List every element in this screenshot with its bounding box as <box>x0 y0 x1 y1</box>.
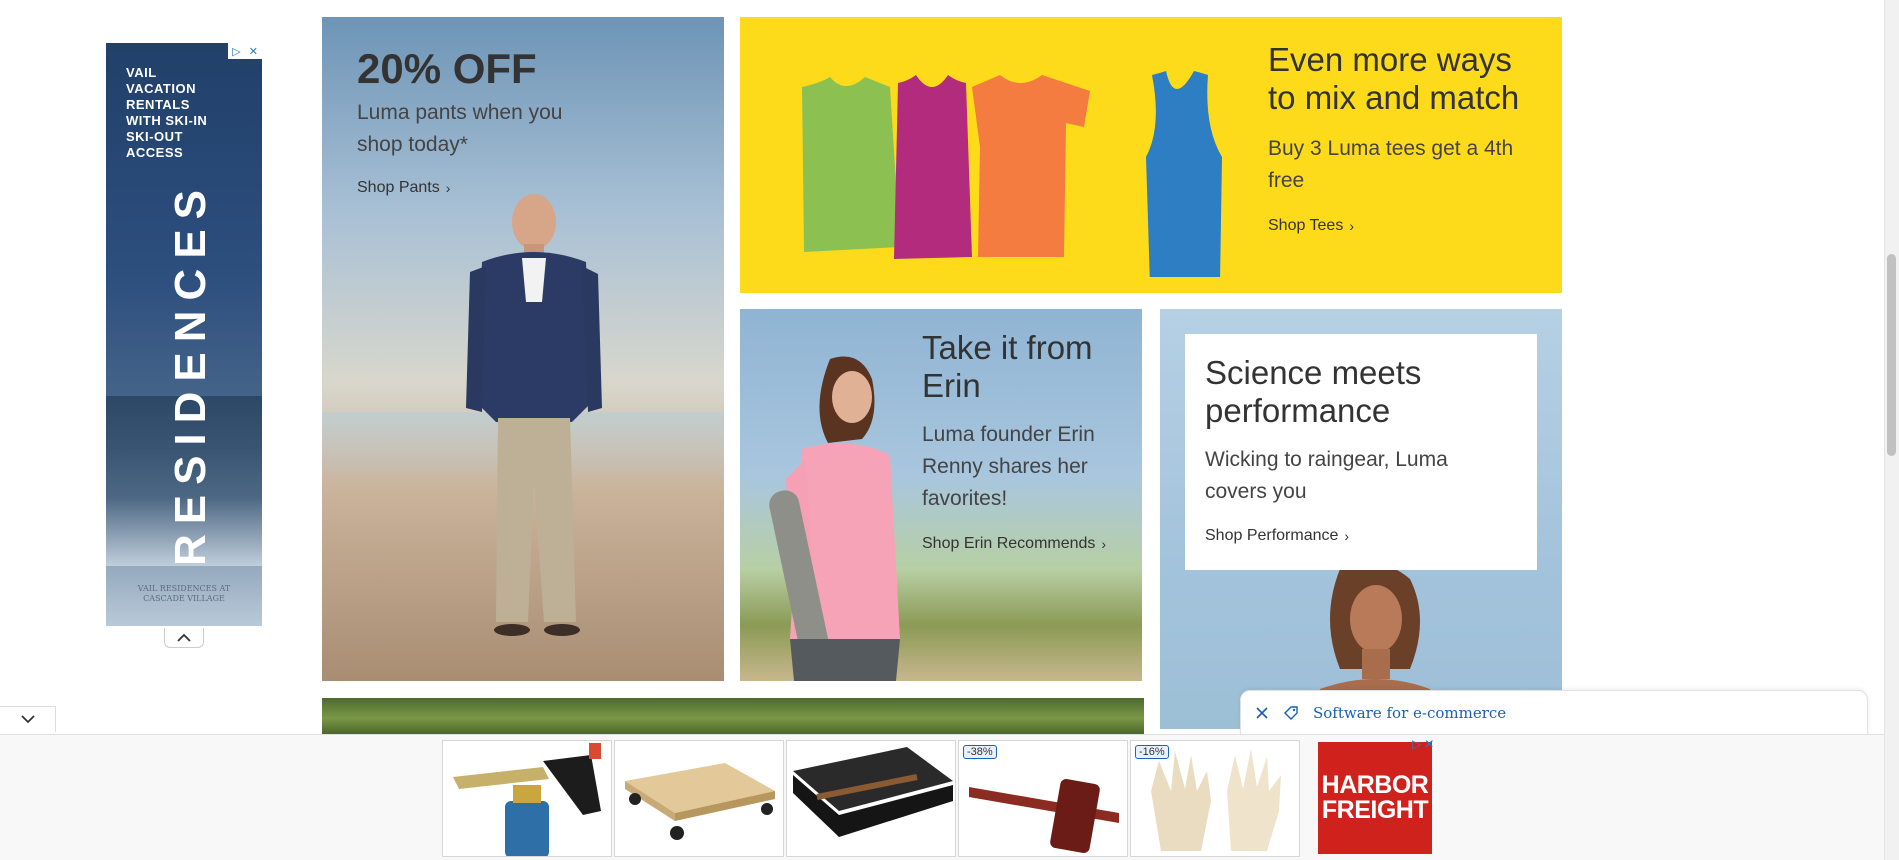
promo-subtitle: Buy 3 Luma tees get a 4th free <box>1268 137 1514 192</box>
harbor-freight-logo[interactable]: HARBOR FREIGHT <box>1318 742 1432 854</box>
ad-brand: RESIDENCES <box>166 173 216 573</box>
promo-block-forest-image[interactable] <box>322 698 1144 738</box>
ad-choices[interactable]: ▷ ✕ <box>1412 737 1446 753</box>
ad-choices[interactable]: ▷ ✕ <box>228 43 262 59</box>
link-label: Shop Tees <box>1268 217 1344 234</box>
adchoices-icon[interactable]: ▷ <box>1412 737 1421 753</box>
brand-line: HARBOR <box>1321 771 1429 799</box>
chevron-up-icon <box>177 633 191 642</box>
shop-tees-link[interactable]: Shop Tees › <box>1268 217 1354 235</box>
chip-label[interactable]: Software for e-commerce <box>1313 704 1506 722</box>
chevron-right-icon: › <box>1344 528 1350 544</box>
model-man-image <box>466 194 602 636</box>
promo-subtitle: Luma founder Erin Renny shares her favor… <box>922 423 1095 510</box>
link-label: Shop Performance <box>1205 527 1339 544</box>
product-tile[interactable] <box>786 740 956 857</box>
ad-brand-text: RESIDENCES <box>166 179 216 567</box>
promo-title: 20% OFF <box>357 45 537 92</box>
tees-image <box>802 71 1222 277</box>
chevron-down-icon <box>20 715 35 724</box>
scrollbar-thumb[interactable] <box>1887 254 1896 456</box>
product-tile[interactable]: -16% <box>1130 740 1300 857</box>
promo-block-tees[interactable]: Even more ways to mix and match Buy 3 Lu… <box>740 17 1562 293</box>
side-ad-banner[interactable]: ▷ ✕ VAIL VACATION RENTALS WITH SKI-IN SK… <box>106 43 262 626</box>
ad-footer-logo: VAIL RESIDENCES AT CASCADE VILLAGE <box>137 584 231 603</box>
link-label: Shop Pants <box>357 179 440 196</box>
brand-line: FREIGHT <box>1321 796 1429 824</box>
close-icon[interactable] <box>1255 706 1269 720</box>
shop-erin-recommends-link[interactable]: Shop Erin Recommends › <box>922 535 1106 553</box>
promo-subtitle: Wicking to raingear, Luma covers you <box>1205 448 1448 503</box>
dolly-product-image <box>625 763 775 840</box>
search-suggestion-chip[interactable]: Software for e-commerce <box>1240 690 1868 736</box>
chevron-right-icon: › <box>1349 218 1354 234</box>
shop-performance-link[interactable]: Shop Performance › <box>1205 527 1349 545</box>
chevron-right-icon: › <box>1101 536 1107 552</box>
close-icon[interactable]: ✕ <box>1424 737 1434 753</box>
ad-headline: VAIL VACATION RENTALS WITH SKI-IN SKI-OU… <box>126 65 208 160</box>
promo-subtitle: Luma pants when you shop today* <box>357 101 563 156</box>
torch-product-image <box>453 743 601 856</box>
discount-badge: -38% <box>963 745 997 759</box>
product-tile[interactable] <box>614 740 784 857</box>
discount-badge: -16% <box>1135 745 1169 759</box>
model-woman-image <box>769 356 900 681</box>
promo-card: Science meets performance Wicking to rai… <box>1185 334 1537 570</box>
product-tile[interactable]: -38% <box>958 740 1128 857</box>
promo-block-pants[interactable]: 20% OFF Luma pants when you shop today* … <box>322 17 724 681</box>
promo-title: Even more ways to mix and match <box>1268 41 1520 116</box>
product-tile[interactable] <box>442 740 612 857</box>
promo-title: Science meets performance <box>1205 354 1422 429</box>
side-ad-collapse-button[interactable] <box>164 628 204 648</box>
tag-icon <box>1284 706 1298 720</box>
shop-pants-link[interactable]: Shop Pants › <box>357 179 450 197</box>
promo-block-erin[interactable]: Take it from Erin Luma founder Erin Renn… <box>740 309 1142 681</box>
adchoices-icon[interactable]: ▷ <box>232 45 240 58</box>
close-icon[interactable]: ✕ <box>249 45 258 58</box>
promo-title: Take it from Erin <box>922 329 1093 404</box>
link-label: Shop Erin Recommends <box>922 535 1096 552</box>
chevron-right-icon: › <box>445 180 451 196</box>
promo-block-performance[interactable]: Science meets performance Wicking to rai… <box>1160 309 1562 729</box>
rifle-case-product-image <box>793 747 953 837</box>
collapse-toggle-button[interactable] <box>0 706 56 732</box>
